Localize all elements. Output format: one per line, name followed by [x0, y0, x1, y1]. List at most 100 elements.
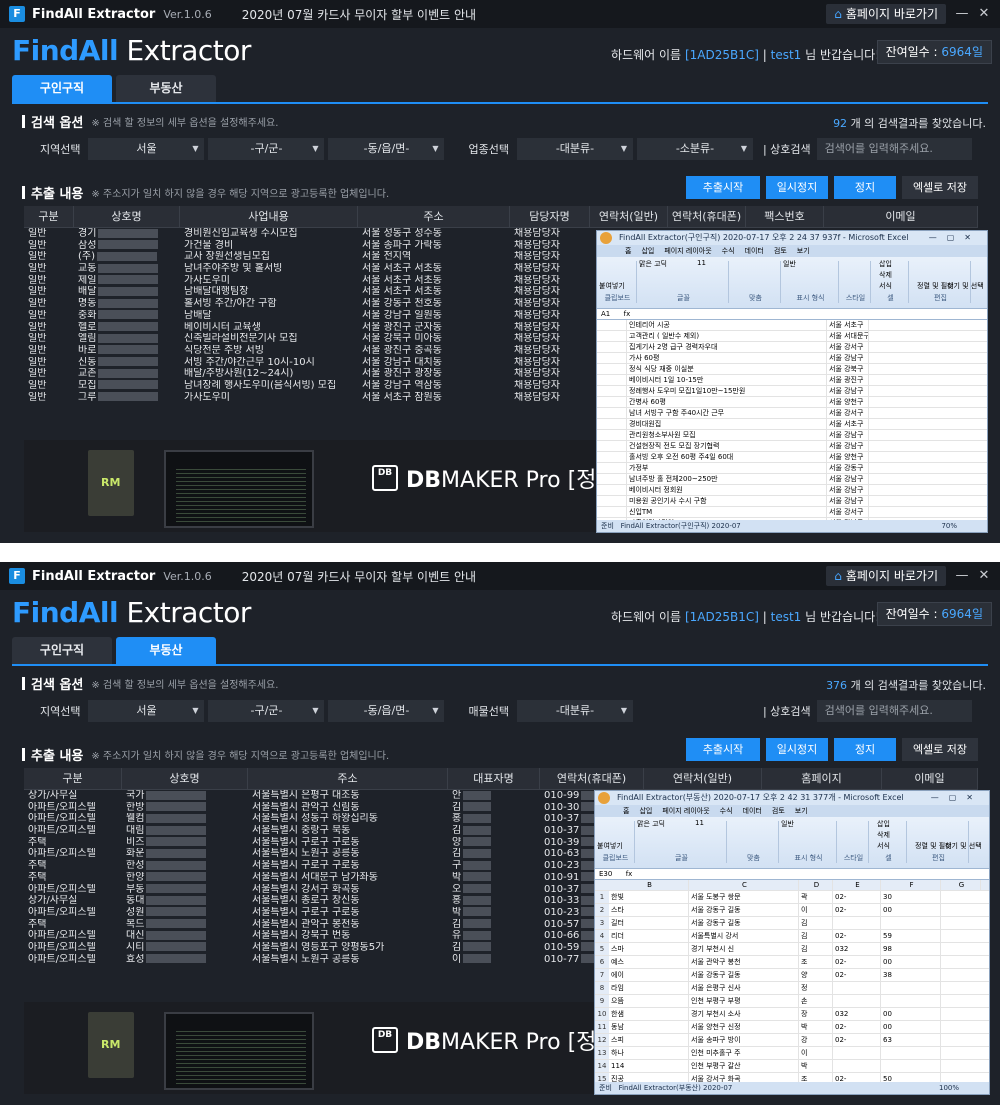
excel-formula-bar[interactable]: E30 fx [595, 869, 989, 880]
excel-cell[interactable]: 김 [799, 917, 833, 929]
excel-cell[interactable] [597, 430, 627, 440]
table-header-cell[interactable]: 사업내용 [180, 206, 358, 227]
excel-ribbon-text[interactable]: 찾기 및 선택 [945, 841, 982, 851]
excel-cell[interactable]: 강 [799, 1034, 833, 1046]
excel-cell[interactable]: 서울 강남구 [827, 474, 869, 484]
excel-ribbon-text[interactable]: 맑은 고딕 [639, 259, 667, 269]
excel-window-realestate[interactable]: FindAll Extractor(부동산) 2020-07-17 오후 2 4… [594, 790, 990, 1095]
excel-cell[interactable]: 59 [881, 930, 941, 942]
excel-cell[interactable]: 손 [799, 995, 833, 1007]
excel-cell[interactable] [597, 320, 627, 330]
excel-cell[interactable]: 인천 부평구 갈산 [689, 1060, 799, 1072]
excel-cell[interactable]: 서울 서초구 [827, 419, 869, 429]
excel-cell[interactable]: 서울 양천구 신정 [689, 1021, 799, 1033]
excel-cell[interactable]: 한샘 [609, 1008, 689, 1020]
tab-realestate[interactable]: 부동산 [116, 75, 216, 102]
excel-cell[interactable]: 으뜸 [609, 995, 689, 1007]
excel-cell[interactable] [833, 917, 881, 929]
table-header-cell[interactable]: 구분 [24, 768, 122, 789]
excel-col-letter[interactable]: C [689, 880, 799, 890]
excel-cell[interactable]: 02- [833, 930, 881, 942]
table-header-cell[interactable]: 담당자명 [510, 206, 590, 227]
category-minor-select[interactable]: -소분류- ▼ [636, 138, 753, 160]
excel-ribbon-text[interactable]: 11 [695, 819, 704, 827]
excel-cell[interactable]: 30 [881, 891, 941, 903]
excel-cell[interactable]: 서울 은평구 신사 [689, 982, 799, 994]
excel-cell[interactable] [597, 485, 627, 495]
excel-cell[interactable]: 02- [833, 1034, 881, 1046]
start-extract-button[interactable]: 추출시작 [686, 738, 760, 761]
excel-cell[interactable] [597, 397, 627, 407]
excel-cell[interactable] [833, 1047, 881, 1059]
excel-cell[interactable] [597, 331, 627, 341]
table-header-cell[interactable]: 주소 [358, 206, 510, 227]
excel-cell[interactable]: 서울 강동구 [827, 463, 869, 473]
excel-cell[interactable]: 리더 [609, 930, 689, 942]
excel-cell[interactable] [597, 474, 627, 484]
excel-col-letter[interactable]: D [799, 880, 833, 890]
excel-tab[interactable]: 수식 [720, 805, 733, 817]
excel-cell[interactable]: 서울 강남구 [827, 441, 869, 451]
close-button[interactable]: ✕ [974, 4, 994, 24]
tab-jobs[interactable]: 구인구직 [12, 637, 112, 664]
excel-tab[interactable]: 데이터 [745, 245, 764, 257]
excel-cell[interactable]: 정식 식당 재중 이실분 [627, 364, 827, 374]
excel-ribbon-text[interactable]: 삭제 [879, 270, 892, 280]
stop-button[interactable]: 정지 [834, 738, 896, 761]
table-header-cell[interactable]: 연락처(일반) [590, 206, 668, 227]
excel-cell[interactable]: 박 [799, 1060, 833, 1072]
minimize-button[interactable]: — [952, 4, 972, 24]
excel-cell[interactable]: 박 [799, 1021, 833, 1033]
excel-cell[interactable]: 인천 부평구 부평 [689, 995, 799, 1007]
table-header-cell[interactable]: 연락처(일반) [644, 768, 762, 789]
stop-button[interactable]: 정지 [834, 176, 896, 199]
excel-ribbon-text[interactable]: 삽입 [879, 259, 892, 269]
excel-cell[interactable] [833, 1060, 881, 1072]
district-select[interactable]: -구/군- ▼ [208, 138, 325, 160]
excel-tab[interactable]: 데이터 [743, 805, 762, 817]
excel-tab[interactable]: 페이지 레이아웃 [662, 805, 709, 817]
save-excel-button[interactable]: 엑셀로 저장 [902, 738, 978, 761]
excel-cell[interactable]: 00 [881, 1008, 941, 1020]
table-header-cell[interactable]: 주소 [248, 768, 448, 789]
excel-cell[interactable]: 서울 서초구 [827, 320, 869, 330]
excel-ribbon-text[interactable]: 서식 [877, 841, 890, 851]
excel-cell[interactable]: 02- [833, 1021, 881, 1033]
excel-cell[interactable]: 경기 부천시 소사 [689, 1008, 799, 1020]
excel-cell[interactable]: 서울 강남구 [827, 386, 869, 396]
excel-cell[interactable]: 경비대원집 [627, 419, 827, 429]
excel-cell[interactable]: 경기 부천시 신 [689, 943, 799, 955]
table-header-cell[interactable]: 대표자명 [448, 768, 540, 789]
excel-ribbon-text[interactable]: 삽입 [877, 819, 890, 829]
save-excel-button[interactable]: 엑셀로 저장 [902, 176, 978, 199]
excel-cell[interactable]: 하나 [609, 1047, 689, 1059]
excel-cell[interactable] [597, 463, 627, 473]
excel-cell[interactable] [881, 982, 941, 994]
pause-button[interactable]: 일시정지 [766, 176, 828, 199]
excel-cell[interactable]: 서울 광진구 [827, 375, 869, 385]
excel-cell[interactable]: 곽 [799, 891, 833, 903]
excel-tab[interactable]: 보기 [795, 805, 808, 817]
excel-cell[interactable]: 38 [881, 969, 941, 981]
excel-cell[interactable]: 스마 [609, 943, 689, 955]
excel-cell[interactable]: 집게기사 2명 급구 경력자우대 [627, 342, 827, 352]
excel-cell[interactable]: 미용원 공인기사 수시 구함 [627, 496, 827, 506]
excel-cell[interactable] [597, 342, 627, 352]
excel-cell[interactable]: 98 [881, 943, 941, 955]
excel-cell[interactable]: 신입TM [627, 507, 827, 517]
table-header-cell[interactable]: 연락처(휴대폰) [540, 768, 644, 789]
excel-col-letter[interactable]: E [833, 880, 881, 890]
excel-cell[interactable]: 간병사 60평 [627, 397, 827, 407]
excel-cell[interactable]: 정례행사 도우미 모집1일10만~15만원 [627, 386, 827, 396]
excel-tab[interactable]: 검토 [772, 805, 785, 817]
excel-cell[interactable]: 양 [799, 969, 833, 981]
excel-cell[interactable] [881, 917, 941, 929]
homepage-button[interactable]: ⌂ 홈페이지 바로가기 [826, 566, 946, 586]
excel-cell[interactable]: 베이비시터 1일 10-15만 [627, 375, 827, 385]
excel-grid[interactable]: B C D E F G 1 한빛 서울 도봉구 쌍문 곽 02- 30 2 스타 서울 강동구 길동 이 02-… [595, 880, 989, 1086]
excel-cell[interactable]: 서울 양천구 [827, 397, 869, 407]
table-header-cell[interactable]: 홈페이지 [762, 768, 882, 789]
excel-ribbon-text[interactable]: 11 [697, 259, 706, 267]
excel-cell[interactable] [597, 386, 627, 396]
table-header-cell[interactable]: 팩스번호 [746, 206, 824, 227]
